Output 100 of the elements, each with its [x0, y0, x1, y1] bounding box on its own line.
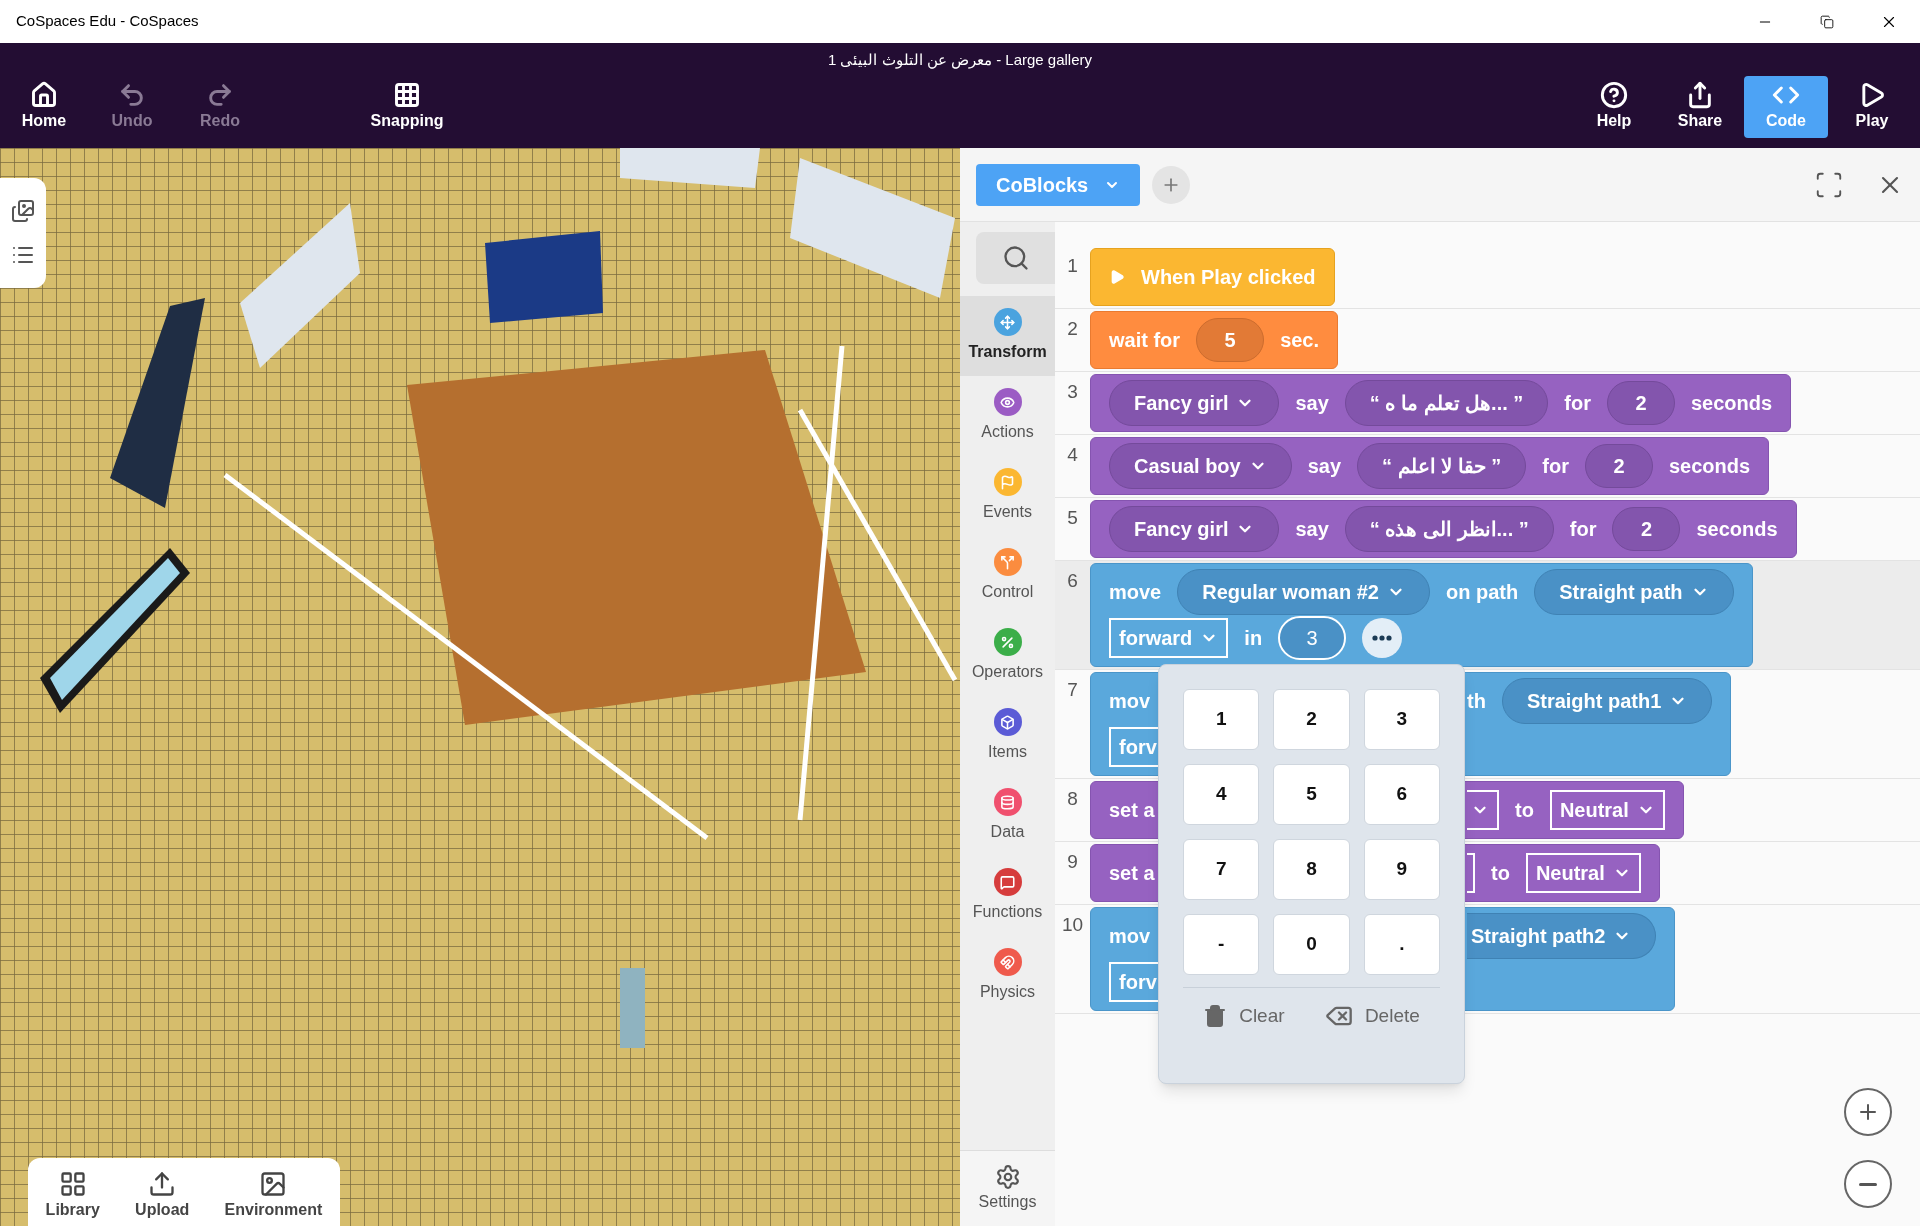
keypad-key[interactable]: .	[1363, 914, 1440, 975]
block-label: say	[1295, 391, 1329, 416]
tab-button[interactable]: Upload	[135, 1170, 190, 1222]
block-label: th	[1467, 689, 1486, 714]
block-label: to	[1491, 861, 1510, 886]
line-number: 10	[1060, 913, 1085, 937]
images-icon[interactable]	[11, 199, 35, 223]
block-label: set a	[1109, 798, 1155, 823]
line-number: 8	[1066, 787, 1079, 811]
minus-icon	[1859, 1182, 1877, 1186]
block-label: in	[1244, 626, 1263, 651]
help-icon	[1600, 80, 1628, 109]
line-number: 1	[1066, 254, 1079, 278]
toolbar-button[interactable]: Share	[1658, 75, 1742, 138]
dropdown[interactable]: Regular woman #2	[1177, 569, 1430, 615]
dropdown[interactable]: Casual boy	[1109, 443, 1292, 489]
dropdown[interactable]: Neutral	[1549, 790, 1665, 830]
tab-button[interactable]: Library	[45, 1170, 100, 1222]
text-input[interactable]: “ هل تعلم ما ه... ”	[1344, 380, 1549, 426]
block-label: say	[1307, 454, 1342, 479]
3d-viewport[interactable]: Library Upload Environment	[0, 148, 960, 1226]
category-item[interactable]: Actions	[960, 376, 1055, 456]
grid-icon	[58, 1170, 87, 1198]
line-number: 6	[1066, 569, 1079, 593]
window-title: CoSpaces Edu - CoSpaces	[16, 11, 199, 32]
dropdown[interactable]: Straight path2	[1467, 913, 1657, 959]
keypad-key[interactable]: 8	[1273, 839, 1350, 900]
keypad-key[interactable]: 4	[1183, 764, 1260, 825]
number-input[interactable]: 2	[1585, 444, 1653, 488]
dropdown-edge	[1467, 853, 1475, 893]
upload-icon	[148, 1170, 177, 1198]
category-item[interactable]: Items	[960, 696, 1055, 776]
block-label: set a	[1109, 861, 1155, 886]
text-input[interactable]: “ حقا لا اعلم ”	[1357, 443, 1527, 489]
trash-icon	[1203, 1004, 1228, 1029]
toolbar-button[interactable]: Snapping	[352, 75, 462, 138]
dropdown[interactable]: Neutral	[1525, 853, 1641, 893]
more-icon	[1372, 635, 1393, 641]
block-label: When Play clicked	[1141, 265, 1316, 290]
dropdown[interactable]	[1467, 790, 1499, 830]
block-label: for	[1542, 454, 1569, 479]
toolbar-button[interactable]: Help	[1572, 75, 1656, 138]
category-item[interactable]: Events	[960, 456, 1055, 536]
keypad-key[interactable]: 2	[1273, 689, 1350, 750]
play-icon	[1109, 269, 1125, 285]
category-item[interactable]: Operators	[960, 616, 1055, 696]
line-number: 9	[1066, 850, 1079, 874]
text-input[interactable]: “ انظر الى هذه... ”	[1344, 506, 1554, 552]
category-item[interactable]: Data	[960, 776, 1055, 856]
more-button[interactable]	[1362, 618, 1403, 658]
number-input[interactable]: 2	[1607, 381, 1675, 425]
number-input[interactable]: 3	[1278, 616, 1347, 660]
scene-title: معرض عن التلوث البيئى 1 - Large gallery	[826, 50, 1094, 71]
code-block[interactable]: move Regular woman #2 on path Straight path forward in 3	[1090, 563, 1753, 667]
zoom-out-button[interactable]	[1844, 1160, 1892, 1208]
block-label: for	[1569, 517, 1597, 542]
home-icon	[30, 80, 58, 109]
block-label: mov	[1109, 924, 1151, 949]
category-item[interactable]: Functions	[960, 856, 1055, 936]
block-label: say	[1295, 517, 1329, 542]
code-block[interactable]: wait for 5 sec.	[1090, 311, 1339, 369]
keypad-key[interactable]: 1	[1183, 689, 1260, 750]
category-item[interactable]: Physics	[960, 936, 1055, 1016]
block-label: seconds	[1669, 454, 1751, 479]
zoom-in-button[interactable]	[1844, 1088, 1892, 1136]
block-label: on path	[1445, 580, 1519, 605]
block-label: seconds	[1696, 517, 1778, 542]
category-item[interactable]: Control	[960, 536, 1055, 616]
block-label: sec.	[1280, 328, 1320, 353]
dropdown[interactable]: Fancy girl	[1109, 506, 1280, 552]
keypad-key[interactable]: -	[1183, 914, 1260, 975]
number-input[interactable]: 2	[1612, 507, 1681, 551]
dropdown[interactable]: Fancy girl	[1109, 380, 1280, 426]
block-label: wait for	[1109, 328, 1181, 353]
share-icon	[1686, 80, 1714, 109]
keypad-key[interactable]: 5	[1273, 764, 1350, 825]
tab-button[interactable]: Environment	[224, 1170, 323, 1222]
keypad-key[interactable]: 0	[1273, 914, 1350, 975]
line-number: 4	[1066, 443, 1079, 467]
toolbar-button[interactable]: Home	[0, 75, 88, 138]
line-number: 3	[1066, 380, 1079, 404]
toolbar-button[interactable]: Play	[1830, 75, 1914, 138]
category-item[interactable]: Transform	[960, 296, 1055, 376]
search-button[interactable]	[976, 232, 1055, 284]
keypad-key[interactable]: 3	[1363, 689, 1440, 750]
add-button[interactable]	[1152, 165, 1191, 204]
keypad-key[interactable]: 6	[1363, 764, 1440, 825]
number-input[interactable]: 5	[1196, 318, 1265, 362]
grid-icon	[393, 80, 421, 109]
block-label: move	[1109, 580, 1162, 605]
line-number: 7	[1066, 678, 1079, 702]
clear-button[interactable]: Clear	[1203, 1002, 1285, 1031]
dropdown[interactable]: Straight path1	[1501, 678, 1713, 724]
block-label: to	[1515, 798, 1534, 823]
settings-button[interactable]: Settings	[960, 1150, 1055, 1226]
keypad-key[interactable]: 7	[1183, 839, 1260, 900]
dropdown[interactable]: Straight path	[1534, 569, 1734, 615]
keypad-key[interactable]: 9	[1363, 839, 1440, 900]
delete-button[interactable]: Delete	[1324, 1002, 1420, 1031]
block-label: mov	[1109, 689, 1151, 714]
